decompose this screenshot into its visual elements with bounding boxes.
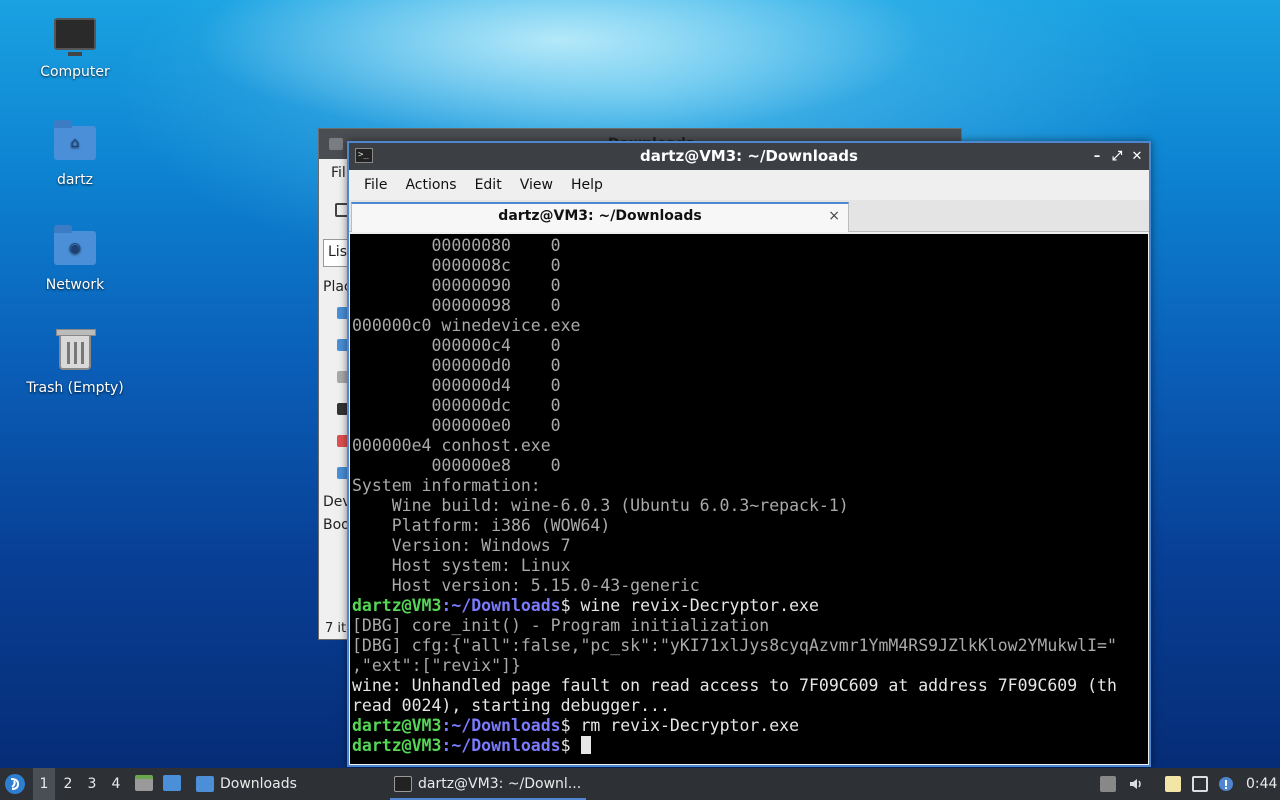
prompt-path: :~/Downloads (441, 596, 561, 615)
prompt-user: dartz@VM3 (352, 736, 442, 755)
command-text: rm revix-Decryptor.exe (570, 716, 800, 735)
command-text (571, 736, 581, 755)
desktop-icon-home[interactable]: ⌂ dartz (20, 120, 130, 188)
desktop-icon-label: Trash (Empty) (26, 380, 124, 396)
lxqt-logo-icon (5, 774, 25, 794)
terminal-line: 000000d4 0 (352, 376, 561, 395)
prompt-symbol: $ (560, 716, 571, 735)
terminal-line: 00000080 0 (352, 236, 561, 255)
terminal-line: 000000c0 winedevice.exe (352, 316, 581, 335)
folder-icon (196, 776, 214, 792)
terminal-titlebar[interactable]: >_ dartz@VM3: ~/Downloads – ⤢ ✕ (349, 143, 1149, 170)
workspace-4[interactable]: 4 (105, 768, 127, 800)
clipboard-icon[interactable] (1165, 776, 1181, 792)
terminal-line: 000000d0 0 (352, 356, 561, 375)
terminal-line: System information: (352, 476, 541, 495)
minimize-button[interactable]: – (1087, 143, 1107, 170)
show-desktop-icon[interactable] (135, 775, 153, 791)
prompt-user: dartz@VM3 (352, 716, 442, 735)
workspace-3[interactable]: 3 (81, 768, 103, 800)
prompt-line: dartz@VM3:~/Downloads$ (350, 736, 1148, 756)
command-text: wine revix-Decryptor.exe (570, 596, 819, 615)
prompt-line: dartz@VM3:~/Downloads$ wine revix-Decryp… (350, 596, 1148, 616)
prompt-user: dartz@VM3 (352, 596, 442, 615)
folder-icon (329, 138, 343, 150)
eject-icon[interactable] (1100, 776, 1116, 792)
terminal-title: dartz@VM3: ~/Downloads (640, 147, 858, 165)
desktop-icon-label: Computer (40, 64, 110, 80)
app-menu-button[interactable] (4, 768, 28, 800)
menu-view[interactable]: View (511, 177, 562, 193)
task-downloads[interactable]: Downloads (192, 768, 382, 800)
prompt-symbol: $ (560, 736, 571, 755)
desktop-icon-label: dartz (56, 172, 94, 188)
home-folder-icon: ⌂ (53, 120, 97, 166)
terminal-line: Host system: Linux (352, 556, 571, 575)
terminal-line: Host version: 5.15.0-43-generic (352, 576, 700, 595)
terminal-line: 00000098 0 (352, 296, 561, 315)
terminal-icon (394, 776, 412, 792)
file-manager-launcher-icon[interactable] (163, 775, 181, 791)
task-label: dartz@VM3: ~/Downl... (418, 776, 582, 792)
terminal-line: 000000e0 0 (352, 416, 561, 435)
terminal-line: read 0024), starting debugger... (352, 696, 670, 715)
desktop-icon-label: Network (45, 277, 105, 293)
file-manager-statusbar: 7 it (325, 621, 347, 636)
terminal-line: Platform: i386 (WOW64) (352, 516, 611, 535)
terminal-tabbar: dartz@VM3: ~/Downloads × (349, 200, 1149, 232)
taskbar: 1 2 3 4 Downloads dartz@VM3: ~/Downl... … (0, 768, 1280, 800)
terminal-line: wine: Unhandled page fault on read acces… (352, 676, 1117, 695)
terminal-line: Wine build: wine-6.0.3 (Ubuntu 6.0.3~rep… (352, 496, 849, 515)
clock[interactable]: 0:44 (1246, 768, 1277, 800)
workspace-1[interactable]: 1 (33, 768, 55, 800)
terminal-line: 000000e4 conhost.exe (352, 436, 551, 455)
terminal-line: 00000090 0 (352, 276, 561, 295)
desktop-icon-network[interactable]: ◉ Network (20, 225, 130, 293)
terminal-line: [DBG] core_init() - Program initializati… (352, 616, 770, 635)
prompt-line: dartz@VM3:~/Downloads$ rm revix-Decrypto… (350, 716, 1148, 736)
prompt-symbol: $ (560, 596, 571, 615)
terminal-line: [DBG] cfg:{"all":false,"pc_sk":"yKI71xlJ… (352, 636, 1117, 655)
terminal-line: 000000c4 0 (352, 336, 561, 355)
terminal-tab[interactable]: dartz@VM3: ~/Downloads × (351, 202, 849, 232)
tab-close-icon[interactable]: × (828, 208, 840, 224)
maximize-button[interactable]: ⤢ (1107, 143, 1127, 170)
workspace-2[interactable]: 2 (57, 768, 79, 800)
file-manager-menu-file[interactable]: Fil (331, 165, 346, 181)
terminal-line: 000000dc 0 (352, 396, 561, 415)
task-label: Downloads (220, 776, 297, 792)
bookmarks-heading: Boo (323, 517, 350, 533)
prompt-path: :~/Downloads (441, 716, 561, 735)
terminal-line: 0000008c 0 (352, 256, 561, 275)
desktop-icon-computer[interactable]: Computer (20, 18, 130, 80)
desktop-icon-trash[interactable]: Trash (Empty) (20, 329, 130, 396)
menu-actions[interactable]: Actions (396, 177, 465, 193)
trash-icon (53, 329, 97, 374)
computer-icon (53, 18, 97, 58)
network-status-icon[interactable] (1192, 776, 1208, 792)
task-terminal[interactable]: dartz@VM3: ~/Downl... (390, 768, 586, 800)
terminal-line: ,"ext":["revix"]} (352, 656, 521, 675)
terminal-output[interactable]: 00000080 0 0000008c 0 00000090 0 0000009… (350, 234, 1148, 764)
prompt-path: :~/Downloads (441, 736, 561, 755)
notification-icon[interactable] (1218, 776, 1234, 792)
terminal-tab-label: dartz@VM3: ~/Downloads (498, 208, 702, 224)
terminal-window[interactable]: >_ dartz@VM3: ~/Downloads – ⤢ ✕ File Act… (347, 141, 1151, 767)
terminal-line: 000000e8 0 (352, 456, 561, 475)
terminal-line: Version: Windows 7 (352, 536, 571, 555)
menu-file[interactable]: File (355, 177, 396, 193)
text-cursor (580, 736, 591, 754)
close-button[interactable]: ✕ (1127, 143, 1147, 170)
menu-help[interactable]: Help (562, 177, 612, 193)
network-folder-icon: ◉ (53, 225, 97, 271)
volume-icon[interactable] (1128, 776, 1144, 792)
menu-edit[interactable]: Edit (466, 177, 511, 193)
terminal-menubar: File Actions Edit View Help (349, 170, 1149, 200)
